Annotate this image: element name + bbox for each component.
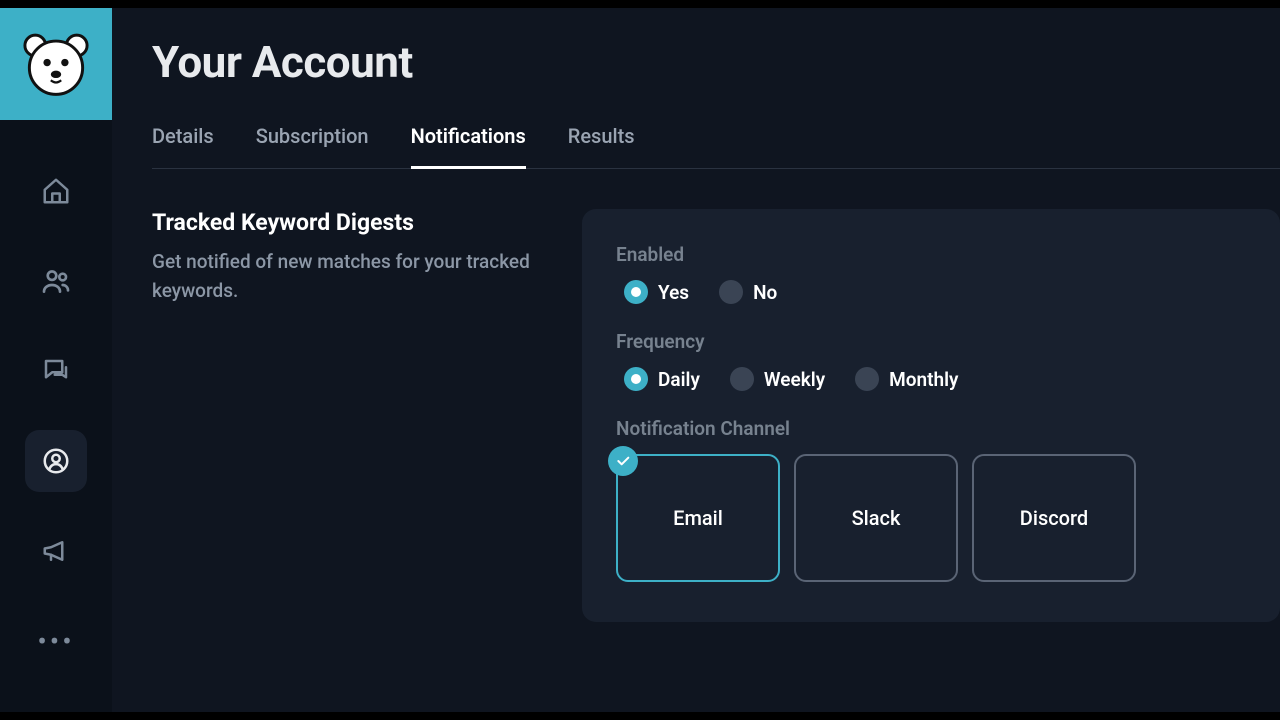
tab-subscription[interactable]: Subscription: [256, 124, 369, 168]
settings-section: Tracked Keyword Digests Get notified of …: [152, 209, 1280, 622]
check-icon: [608, 446, 638, 476]
sidebar-item-account[interactable]: [25, 430, 87, 492]
tab-details[interactable]: Details: [152, 124, 214, 168]
section-description: Get notified of new matches for your tra…: [152, 248, 552, 305]
radio-dot-icon: [624, 280, 648, 304]
radio-dot-icon: [624, 367, 648, 391]
home-icon: [41, 176, 71, 206]
chat-icon: [41, 356, 71, 386]
sidebar-item-more[interactable]: •••: [25, 610, 87, 672]
radio-dot-icon: [730, 367, 754, 391]
main: Your Account Details Subscription Notifi…: [112, 8, 1280, 712]
tab-results[interactable]: Results: [568, 124, 635, 168]
radio-dot-icon: [719, 280, 743, 304]
section-info: Tracked Keyword Digests Get notified of …: [152, 209, 552, 305]
radio-label: Daily: [658, 368, 700, 391]
channel-label-text: Discord: [1020, 506, 1088, 530]
channel-options: Email Slack Discord: [616, 454, 1246, 582]
enabled-options: Yes No: [624, 280, 1246, 304]
enabled-label: Enabled: [616, 243, 1246, 266]
sidebar: •••: [0, 8, 112, 712]
tab-notifications[interactable]: Notifications: [411, 124, 526, 169]
channel-label: Notification Channel: [616, 417, 1246, 440]
enabled-no-radio[interactable]: No: [719, 280, 777, 304]
frequency-weekly-radio[interactable]: Weekly: [730, 367, 825, 391]
enabled-yes-radio[interactable]: Yes: [624, 280, 689, 304]
radio-label: Weekly: [764, 368, 825, 391]
logo[interactable]: [0, 8, 112, 120]
sidebar-item-chat[interactable]: [25, 340, 87, 402]
radio-dot-icon: [855, 367, 879, 391]
settings-card: Enabled Yes No Frequency Daily: [582, 209, 1280, 622]
page-title: Your Account: [152, 36, 1280, 88]
tabs: Details Subscription Notifications Resul…: [152, 124, 1280, 169]
channel-label-text: Email: [673, 506, 723, 530]
frequency-monthly-radio[interactable]: Monthly: [855, 367, 958, 391]
people-icon: [40, 265, 72, 297]
nav-list: •••: [25, 160, 87, 672]
frequency-daily-radio[interactable]: Daily: [624, 367, 700, 391]
frequency-label: Frequency: [616, 330, 1246, 353]
section-title: Tracked Keyword Digests: [152, 209, 552, 236]
bear-icon: [19, 27, 93, 101]
frequency-options: Daily Weekly Monthly: [624, 367, 1246, 391]
sidebar-item-announcements[interactable]: [25, 520, 87, 582]
radio-label: Monthly: [889, 368, 958, 391]
sidebar-item-community[interactable]: [25, 250, 87, 312]
more-icon: •••: [37, 625, 74, 658]
radio-label: Yes: [658, 281, 689, 304]
radio-label: No: [753, 281, 777, 304]
channel-label-text: Slack: [852, 506, 901, 530]
megaphone-icon: [41, 536, 71, 566]
channel-email[interactable]: Email: [616, 454, 780, 582]
channel-discord[interactable]: Discord: [972, 454, 1136, 582]
sidebar-item-home[interactable]: [25, 160, 87, 222]
account-icon: [41, 446, 71, 476]
channel-slack[interactable]: Slack: [794, 454, 958, 582]
